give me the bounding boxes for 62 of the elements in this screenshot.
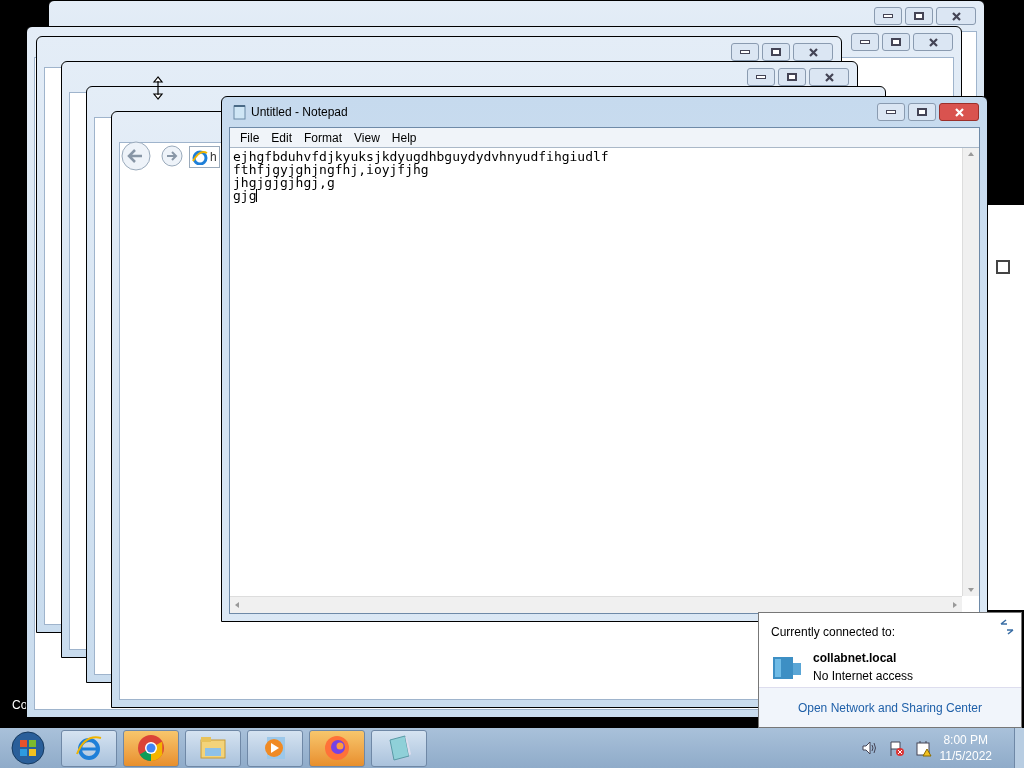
network-name: collabnet.local bbox=[813, 650, 898, 667]
taskbar-app-button[interactable] bbox=[309, 729, 365, 767]
taskbar-app-button[interactable] bbox=[123, 729, 179, 767]
close-icon bbox=[950, 10, 962, 22]
minimize-button[interactable] bbox=[877, 103, 905, 121]
window-title: Untitled - Notepad bbox=[251, 104, 348, 121]
close-button[interactable] bbox=[936, 7, 976, 25]
firefox-logo-icon bbox=[323, 734, 351, 762]
scroll-up-icon bbox=[967, 151, 975, 157]
close-icon bbox=[807, 46, 819, 58]
action-center-flag-icon bbox=[887, 739, 905, 757]
network-warning-icon bbox=[914, 739, 932, 757]
menu-item[interactable]: Help bbox=[385, 128, 423, 147]
speaker-icon bbox=[860, 740, 878, 756]
maximize-button[interactable] bbox=[762, 43, 790, 61]
close-button[interactable] bbox=[939, 103, 979, 121]
scroll-left-icon bbox=[234, 601, 240, 609]
browser-icon bbox=[75, 734, 103, 762]
text-cursor bbox=[256, 189, 258, 202]
maximize-button[interactable] bbox=[778, 68, 806, 86]
clock-time: 8:00 PM bbox=[943, 732, 989, 748]
taskbar-app-button[interactable] bbox=[371, 729, 427, 767]
maximize-button[interactable] bbox=[882, 33, 910, 51]
close-button[interactable] bbox=[913, 33, 953, 51]
maximize-button[interactable] bbox=[905, 7, 933, 25]
scroll-right-icon bbox=[952, 601, 958, 609]
notepad-icon bbox=[232, 104, 247, 120]
clock-date: 11/5/2022 bbox=[939, 748, 992, 764]
folder-icon bbox=[199, 734, 227, 762]
minimize-button[interactable] bbox=[851, 33, 879, 51]
taskbar-app-button[interactable] bbox=[61, 729, 117, 767]
network-status: No Internet access bbox=[813, 668, 914, 685]
vertical-scrollbar[interactable] bbox=[962, 148, 979, 596]
text-line: ejhgfbduhvfdjkyuksjkdyugdhbguydydvhnyudfihgiudlf bbox=[233, 149, 609, 164]
minimize-button[interactable] bbox=[874, 7, 902, 25]
browser-icon bbox=[192, 149, 208, 165]
start-button[interactable] bbox=[8, 730, 48, 766]
restore-icon bbox=[996, 260, 1010, 274]
menu-item[interactable]: View bbox=[348, 128, 386, 147]
minimize-button[interactable] bbox=[731, 43, 759, 61]
minimize-button[interactable] bbox=[747, 68, 775, 86]
menu-item[interactable]: Format bbox=[298, 128, 349, 147]
close-icon bbox=[953, 106, 965, 118]
close-icon bbox=[927, 36, 939, 48]
text-area[interactable]: ejhgfbduhvfdjkyuksjkdyugdhbguydydvhnyudfihgiudlf fthfjgyjghjngfhj,ioyjfjhg jhgjgjgjhgj,g gjg bbox=[230, 148, 962, 596]
close-button[interactable] bbox=[809, 68, 849, 86]
forward-button-icon bbox=[160, 144, 184, 168]
taskbar-app-button[interactable] bbox=[247, 729, 303, 767]
back-button-icon bbox=[120, 140, 152, 172]
close-button[interactable] bbox=[793, 43, 833, 61]
refresh-arrows-icon bbox=[999, 619, 1015, 635]
menu-item[interactable]: Edit bbox=[265, 128, 299, 147]
maximize-button[interactable] bbox=[908, 103, 936, 121]
chrome-logo-icon bbox=[137, 734, 165, 762]
scroll-down-icon bbox=[967, 587, 975, 593]
address-field[interactable]: h bbox=[189, 146, 220, 168]
taskbar-app-button[interactable] bbox=[185, 729, 241, 767]
windows-logo-icon bbox=[11, 731, 45, 765]
menu-item[interactable]: File bbox=[234, 128, 266, 147]
popup-heading: Currently connected to: bbox=[771, 624, 897, 641]
close-icon bbox=[823, 71, 835, 83]
horizontal-scrollbar[interactable] bbox=[230, 596, 962, 613]
